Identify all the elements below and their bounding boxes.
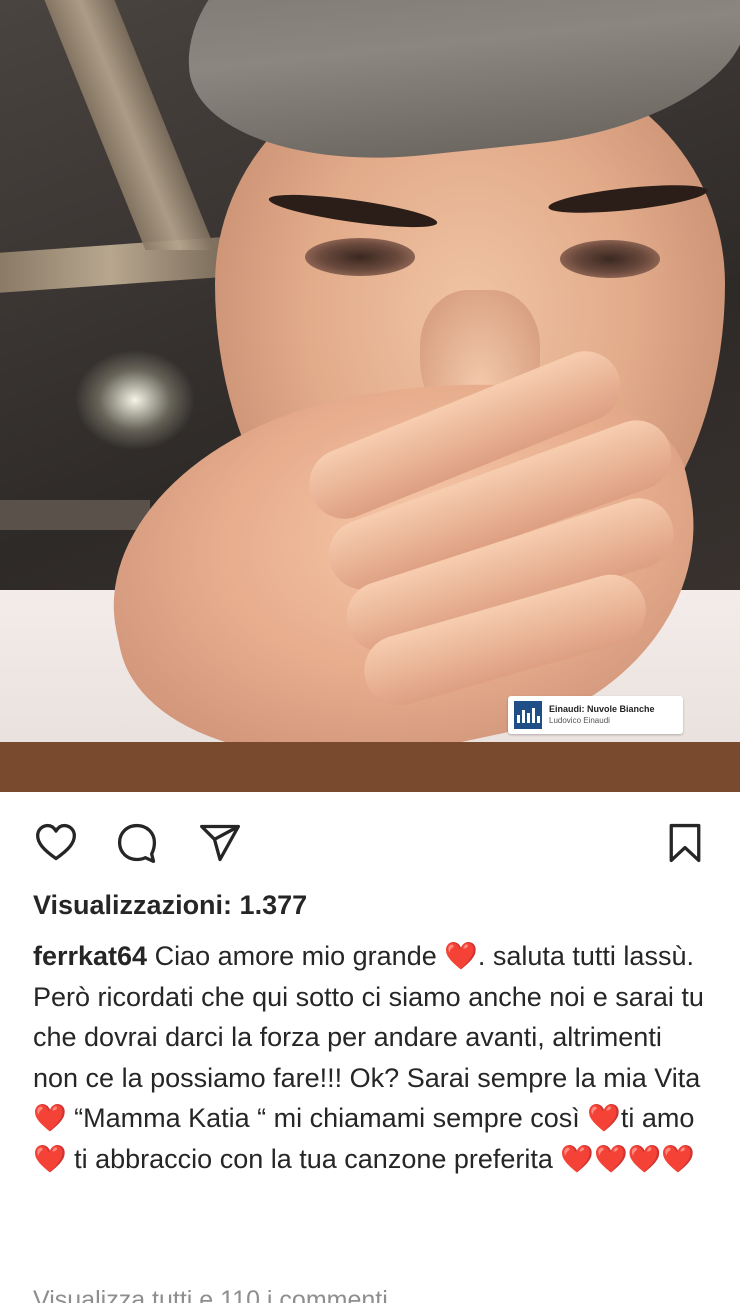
caption-text: ti amo — [620, 1103, 695, 1133]
ceiling-beam — [0, 500, 150, 530]
comment-button[interactable] — [112, 818, 162, 868]
ceiling-beam — [44, 0, 216, 250]
share-button[interactable] — [195, 818, 245, 868]
heart-outline-icon — [36, 823, 76, 861]
music-artist: Ludovico Einaudi — [549, 716, 610, 725]
heart-emoji: ❤️ — [33, 1103, 67, 1133]
caption-text: ti abbraccio con la tua canzone preferit… — [66, 1143, 561, 1174]
view-all-comments-link[interactable]: Visualizza tutti e 110 i commenti — [33, 1286, 388, 1303]
video-bottom-strip — [0, 742, 740, 792]
comment-bubble-icon — [117, 823, 157, 863]
views-count: Visualizzazioni: 1.377 — [33, 890, 308, 920]
caption-text: Ciao amore mio grande — [147, 941, 445, 971]
save-button[interactable] — [660, 818, 710, 868]
caption-text: “Mamma Katia “ mi chiamami sempre così — [66, 1103, 588, 1133]
heart-emoji: ❤️ — [587, 1103, 621, 1133]
album-cover-icon — [514, 701, 542, 729]
post-caption: ferrkat64 Ciao amore mio grande ❤️. salu… — [33, 936, 713, 1179]
heart-emoji: ❤️ — [33, 1143, 67, 1174]
action-bar — [0, 810, 740, 870]
post-video[interactable]: Einaudi: Nuvole Bianche Ludovico Einaudi — [0, 0, 740, 742]
music-title: Einaudi: Nuvole Bianche — [549, 704, 655, 714]
like-button[interactable] — [31, 818, 81, 868]
eye — [560, 240, 660, 278]
bookmark-icon — [669, 823, 701, 863]
paper-plane-icon — [200, 824, 240, 862]
caption-username[interactable]: ferrkat64 — [33, 941, 147, 971]
heart-emojis: ❤️❤️❤️❤️ — [560, 1143, 695, 1174]
music-sticker[interactable]: Einaudi: Nuvole Bianche Ludovico Einaudi — [508, 696, 683, 734]
heart-emoji: ❤️ — [444, 941, 478, 971]
eye — [305, 238, 415, 276]
